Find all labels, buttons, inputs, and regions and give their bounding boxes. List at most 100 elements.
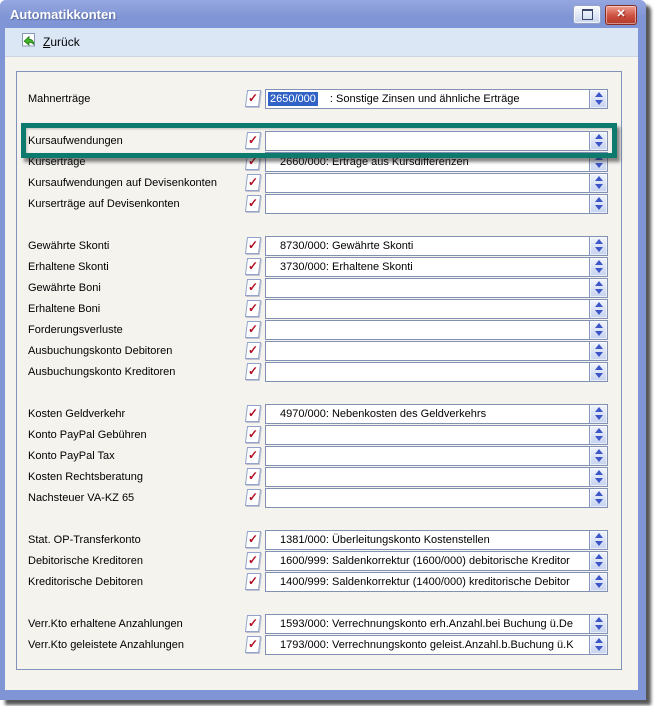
- checked-note-icon[interactable]: [245, 552, 261, 569]
- account-combobox[interactable]: 1793/000: Verrechnungskonto geleist.Anza…: [265, 635, 608, 655]
- account-value: 1600/999: Saldenkorrektur (1600/000) deb…: [266, 552, 589, 570]
- title-bar[interactable]: Automatikkonten ✕: [0, 0, 646, 28]
- minimize-button[interactable]: [573, 5, 601, 24]
- row-label: Kreditorische Debitoren: [28, 576, 246, 588]
- account-combobox[interactable]: [265, 446, 608, 466]
- spinner-down-icon: [595, 499, 603, 504]
- account-combobox[interactable]: [265, 131, 608, 151]
- account-combobox[interactable]: 2650/000: Sonstige Zinsen und ähnliche E…: [265, 89, 608, 109]
- account-combobox[interactable]: [265, 278, 608, 298]
- account-combobox[interactable]: [265, 362, 608, 382]
- account-combobox[interactable]: 2660/000: Erträge aus Kursdifferenzen: [265, 152, 608, 172]
- spinner-up-icon: [595, 176, 603, 181]
- checked-note-icon[interactable]: [245, 174, 261, 191]
- account-combobox[interactable]: 1600/999: Saldenkorrektur (1600/000) deb…: [265, 551, 608, 571]
- account-spinner[interactable]: [589, 342, 607, 360]
- account-spinner[interactable]: [589, 258, 607, 276]
- account-combobox[interactable]: 4970/000: Nebenkosten des Geldverkehrs: [265, 404, 608, 424]
- spinner-up-icon: [595, 365, 603, 370]
- account-spinner[interactable]: [589, 426, 607, 444]
- account-spinner[interactable]: [589, 153, 607, 171]
- account-combobox[interactable]: 1400/999: Saldenkorrektur (1400/000) kre…: [265, 572, 608, 592]
- account-value: [266, 489, 589, 507]
- checked-note-icon[interactable]: [245, 468, 261, 485]
- checked-note-icon[interactable]: [245, 426, 261, 443]
- checked-note-icon[interactable]: [245, 258, 261, 275]
- account-combobox[interactable]: 3730/000: Erhaltene Skonti: [265, 257, 608, 277]
- account-combobox[interactable]: [265, 488, 608, 508]
- account-description: : Sonstige Zinsen und ähnliche Erträge: [330, 93, 520, 105]
- checked-note-icon[interactable]: [245, 237, 261, 254]
- checked-note-icon[interactable]: [245, 132, 261, 149]
- checked-note-icon[interactable]: [245, 342, 261, 359]
- account-spinner[interactable]: [589, 552, 607, 570]
- account-spinner[interactable]: [589, 363, 607, 381]
- account-spinner[interactable]: [589, 636, 607, 654]
- checked-note-icon[interactable]: [245, 195, 261, 212]
- spinner-up-icon: [595, 344, 603, 349]
- form-group-4: Kosten Geldverkehr 4970/000: Nebenkosten …: [28, 403, 608, 508]
- checked-note-icon[interactable]: [245, 489, 261, 506]
- checked-note-icon[interactable]: [245, 321, 261, 338]
- window-controls: ✕: [573, 5, 637, 25]
- checked-note-icon[interactable]: [245, 363, 261, 380]
- form-group-1: Mahnerträge2650/000: Sonstige Zinsen und…: [28, 88, 608, 109]
- spinner-up-icon: [595, 449, 603, 454]
- row-label: Konto PayPal Gebühren: [28, 429, 246, 441]
- account-spinner[interactable]: [589, 447, 607, 465]
- account-spinner[interactable]: [589, 195, 607, 213]
- form-row: Kreditorische Debitoren 1400/999: Saldenk…: [28, 571, 608, 592]
- row-label: Kosten Geldverkehr: [28, 408, 246, 420]
- back-button[interactable]: Zurück: [21, 32, 80, 53]
- spinner-up-icon: [595, 302, 603, 307]
- checked-note-icon[interactable]: [245, 279, 261, 296]
- account-combobox[interactable]: 1593/000: Verrechnungskonto erh.Anzahl.b…: [265, 614, 608, 634]
- account-spinner[interactable]: [589, 531, 607, 549]
- account-spinner[interactable]: [589, 468, 607, 486]
- spinner-up-icon: [595, 239, 603, 244]
- spinner-up-icon: [595, 428, 603, 433]
- account-spinner[interactable]: [589, 132, 607, 150]
- account-spinner[interactable]: [589, 237, 607, 255]
- checked-note-icon[interactable]: [245, 636, 261, 653]
- account-combobox[interactable]: 8730/000: Gewährte Skonti: [265, 236, 608, 256]
- account-spinner[interactable]: [589, 300, 607, 318]
- form-panel: Mahnerträge2650/000: Sonstige Zinsen und…: [16, 71, 622, 670]
- account-combobox[interactable]: [265, 467, 608, 487]
- checked-note-icon[interactable]: [245, 615, 261, 632]
- account-combobox[interactable]: [265, 425, 608, 445]
- account-combobox[interactable]: [265, 320, 608, 340]
- account-spinner[interactable]: [589, 405, 607, 423]
- checked-note-icon[interactable]: [245, 153, 261, 170]
- checked-note-icon[interactable]: [245, 531, 261, 548]
- row-label: Gewährte Skonti: [28, 240, 246, 252]
- form-row: Kosten Geldverkehr 4970/000: Nebenkosten …: [28, 403, 608, 424]
- account-spinner[interactable]: [589, 573, 607, 591]
- checked-note-icon[interactable]: [245, 573, 261, 590]
- account-spinner[interactable]: [589, 615, 607, 633]
- account-spinner[interactable]: [589, 279, 607, 297]
- row-label: Verr.Kto geleistete Anzahlungen: [28, 639, 246, 651]
- form-row: Ausbuchungskonto Debitoren: [28, 340, 608, 361]
- form-row: Konto PayPal Gebühren: [28, 424, 608, 445]
- close-button[interactable]: ✕: [605, 5, 637, 25]
- account-text: 1593/000: Verrechnungskonto erh.Anzahl.b…: [268, 618, 573, 630]
- account-spinner[interactable]: [589, 489, 607, 507]
- account-combobox[interactable]: 1381/000: Überleitungskonto Kostenstelle…: [265, 530, 608, 550]
- checked-note-icon[interactable]: [245, 90, 261, 107]
- checked-note-icon[interactable]: [245, 300, 261, 317]
- checked-note-icon[interactable]: [245, 447, 261, 464]
- spinner-up-icon: [595, 134, 603, 139]
- account-combobox[interactable]: [265, 173, 608, 193]
- checked-note-icon[interactable]: [245, 405, 261, 422]
- account-value: 1400/999: Saldenkorrektur (1400/000) kre…: [266, 573, 589, 591]
- account-combobox[interactable]: [265, 341, 608, 361]
- account-combobox[interactable]: [265, 299, 608, 319]
- row-label: Ausbuchungskonto Debitoren: [28, 345, 246, 357]
- account-value: 3730/000: Erhaltene Skonti: [266, 258, 589, 276]
- spinner-down-icon: [595, 331, 603, 336]
- account-combobox[interactable]: [265, 194, 608, 214]
- account-spinner[interactable]: [589, 174, 607, 192]
- account-spinner[interactable]: [589, 321, 607, 339]
- account-spinner[interactable]: [589, 90, 607, 108]
